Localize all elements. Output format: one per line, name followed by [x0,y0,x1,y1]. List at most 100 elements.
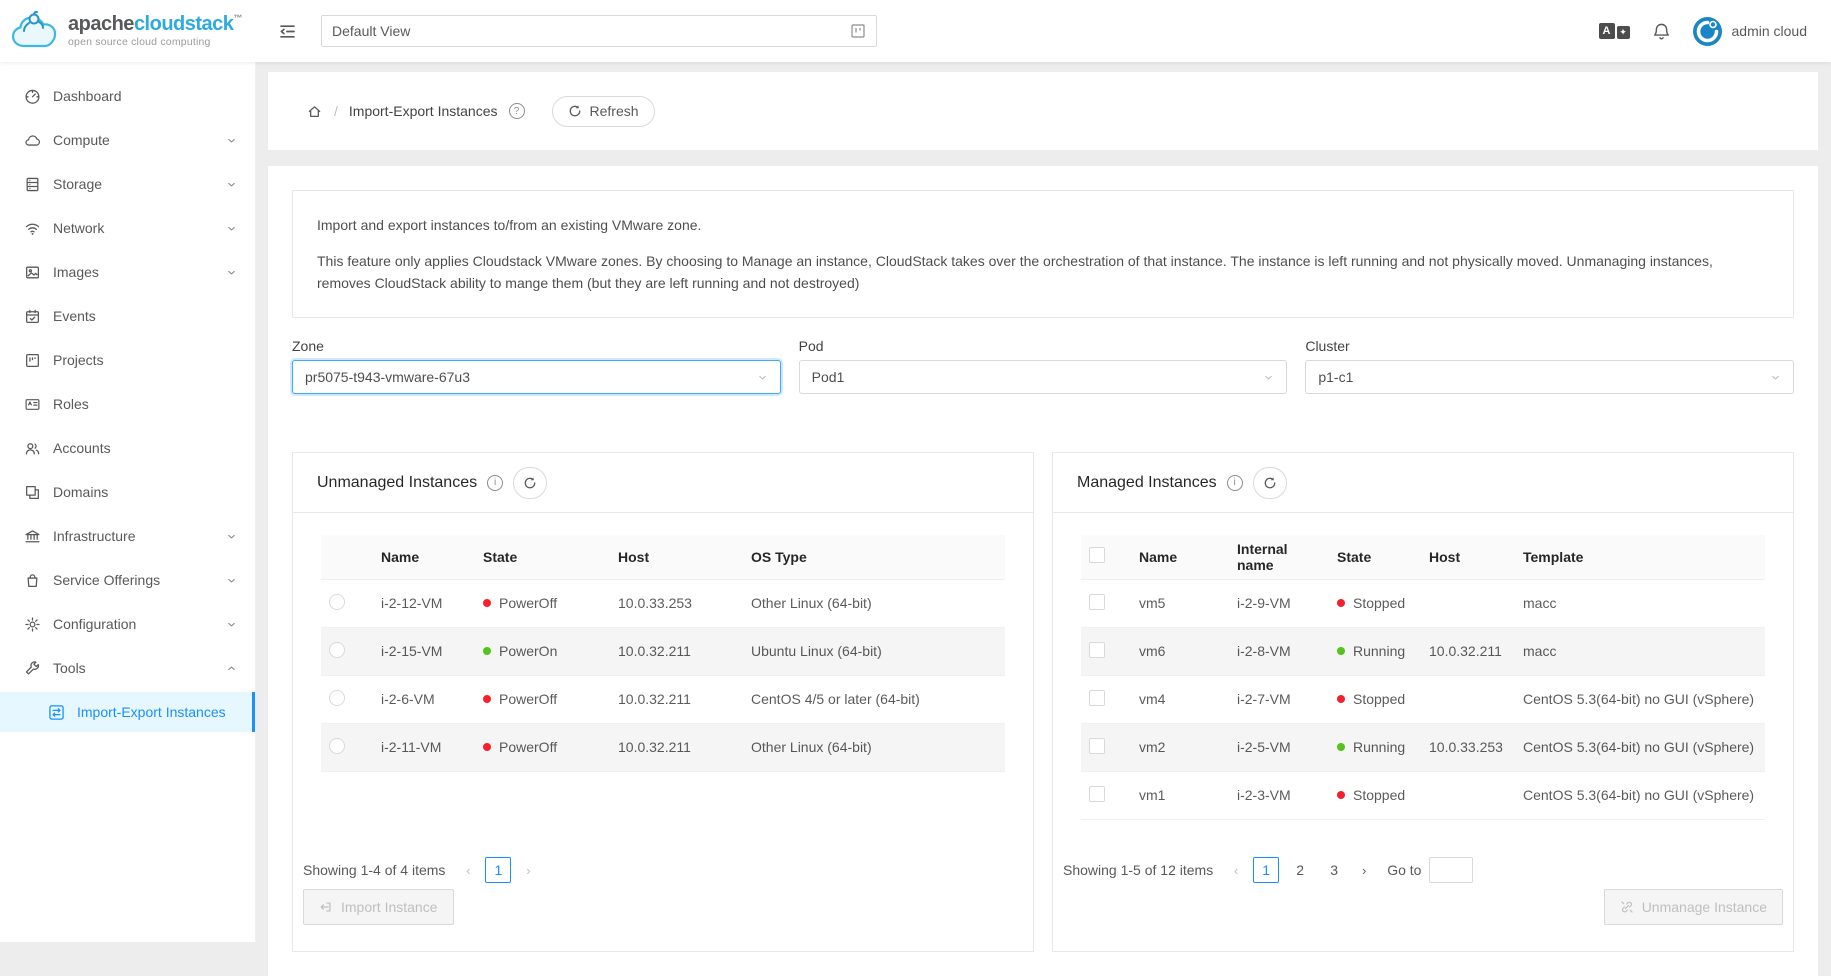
chevron-down-icon [1770,372,1781,383]
unmanaged-refresh-button[interactable] [513,467,547,499]
table-row[interactable]: vm5 i-2-9-VM Stopped macc [1081,579,1765,627]
import-instance-button[interactable]: Import Instance [303,889,454,925]
pagination-summary: Showing 1-5 of 12 items [1063,862,1213,878]
sidebar-item-events[interactable]: Events [0,296,255,336]
table-row[interactable]: i-2-12-VM PowerOff 10.0.33.253 Other Lin… [321,579,1005,627]
row-checkbox[interactable] [1089,594,1105,610]
managed-table: Name Internal name State Host Template v… [1081,535,1765,820]
table-row[interactable]: vm4 i-2-7-VM Stopped CentOS 5.3(64-bit) … [1081,675,1765,723]
cloud-icon [24,132,42,149]
row-checkbox[interactable] [1089,690,1105,706]
roles-idcard-icon [24,396,42,413]
import-export-icon [48,704,66,721]
sidebar-collapse-icon[interactable] [278,22,297,41]
filters-row: Zone pr5075-t943-vmware-67u3 Pod Pod1 Cl… [292,338,1794,394]
view-selector[interactable] [321,15,877,47]
sidebar-item-images[interactable]: Images [0,252,255,292]
status-badge: PowerOff [499,691,557,707]
status-badge: Stopped [1353,595,1405,611]
sidebar-item-domains[interactable]: Domains [0,472,255,512]
status-badge: PowerOff [499,739,557,755]
managed-refresh-button[interactable] [1253,467,1287,499]
status-badge: Stopped [1353,691,1405,707]
help-question-icon[interactable]: ? [509,103,525,119]
unmanage-instance-button[interactable]: Unmanage Instance [1604,889,1783,925]
info-icon[interactable]: i [487,475,503,491]
cloudstack-logo[interactable]: apachecloudstack™ open source cloud comp… [0,0,256,62]
sidebar-item-projects[interactable]: Projects [0,340,255,380]
sidebar-item-tools[interactable]: Tools [0,648,255,688]
row-checkbox[interactable] [1089,642,1105,658]
row-radio[interactable] [329,642,345,658]
page-number[interactable]: 1 [485,857,511,883]
breadcrumb: / Import-Export Instances ? Refresh [306,96,655,127]
row-radio[interactable] [329,690,345,706]
translate-icon[interactable]: A✦ [1599,23,1630,39]
row-radio[interactable] [329,738,345,754]
view-switcher-icon[interactable] [850,23,866,39]
prev-page-icon[interactable]: ‹ [1227,863,1245,878]
unmanaged-instances-card: Unmanaged Instances i Name State Host [292,452,1034,952]
username: admin cloud [1732,23,1808,39]
chevron-down-icon [226,179,237,190]
zone-select[interactable]: pr5075-t943-vmware-67u3 [292,360,781,394]
row-radio[interactable] [329,594,345,610]
sidebar-item-storage[interactable]: Storage [0,164,255,204]
sidebar-item-import-export-instances[interactable]: Import-Export Instances [0,692,255,732]
row-checkbox[interactable] [1089,738,1105,754]
unmanaged-pagination: Showing 1-4 of 4 items ‹ 1 › [303,857,1023,883]
pod-label: Pod [799,338,1288,354]
sidebar-item-accounts[interactable]: Accounts [0,428,255,468]
status-dot [1337,743,1345,751]
sidebar-item-network[interactable]: Network [0,208,255,248]
sidebar-item-compute[interactable]: Compute [0,120,255,160]
user-menu[interactable]: admin cloud [1693,17,1808,46]
row-checkbox[interactable] [1089,786,1105,802]
view-select-input[interactable] [332,23,850,39]
goto-page-input[interactable] [1429,857,1473,883]
table-row[interactable]: i-2-6-VM PowerOff 10.0.32.211 CentOS 4/5… [321,675,1005,723]
table-row[interactable]: vm6 i-2-8-VM Running 10.0.32.211 macc [1081,627,1765,675]
page-number[interactable]: 3 [1321,857,1347,883]
chevron-down-icon [226,223,237,234]
table-row[interactable]: vm1 i-2-3-VM Stopped CentOS 5.3(64-bit) … [1081,771,1765,819]
page-number[interactable]: 1 [1253,857,1279,883]
status-dot [1337,791,1345,799]
next-page-icon[interactable]: › [519,863,537,878]
description-line-2: This feature only applies Cloudstack VMw… [317,250,1769,294]
sidebar-item-dashboard[interactable]: Dashboard [0,76,255,116]
select-all-checkbox[interactable] [1089,547,1105,563]
configuration-gear-icon [24,616,42,633]
home-icon[interactable] [306,103,323,120]
sidebar-item-configuration[interactable]: Configuration [0,604,255,644]
sidebar-nav: Dashboard Compute Storage Network Images… [0,62,256,942]
next-page-icon[interactable]: › [1355,863,1373,878]
import-export-panel: Import and export instances to/from an e… [268,166,1818,976]
table-row[interactable]: i-2-15-VM PowerOn 10.0.32.211 Ubuntu Lin… [321,627,1005,675]
chevron-down-icon [226,531,237,542]
images-icon [24,264,42,281]
chevron-down-icon [226,575,237,586]
cluster-select[interactable]: p1-c1 [1305,360,1794,394]
table-row[interactable]: vm2 i-2-5-VM Running 10.0.33.253 CentOS … [1081,723,1765,771]
table-row[interactable]: i-2-11-VM PowerOff 10.0.32.211 Other Lin… [321,723,1005,771]
status-dot [483,647,491,655]
status-badge: PowerOn [499,643,557,659]
refresh-button[interactable]: Refresh [552,96,655,127]
sidebar-item-infrastructure[interactable]: Infrastructure [0,516,255,556]
notifications-bell-icon[interactable] [1652,22,1671,41]
info-icon[interactable]: i [1227,475,1243,491]
service-offerings-bag-icon [24,572,42,589]
domains-block-icon [24,484,42,501]
import-icon [319,900,333,914]
prev-page-icon[interactable]: ‹ [459,863,477,878]
sidebar-item-roles[interactable]: Roles [0,384,255,424]
pod-select[interactable]: Pod1 [799,360,1288,394]
page-number[interactable]: 2 [1287,857,1313,883]
managed-title: Managed Instances [1077,474,1217,492]
col-state: State [475,535,610,579]
sidebar-item-service-offerings[interactable]: Service Offerings [0,560,255,600]
description-line-1: Import and export instances to/from an e… [317,214,1769,236]
status-badge: Running [1353,739,1405,755]
chevron-down-icon [226,619,237,630]
